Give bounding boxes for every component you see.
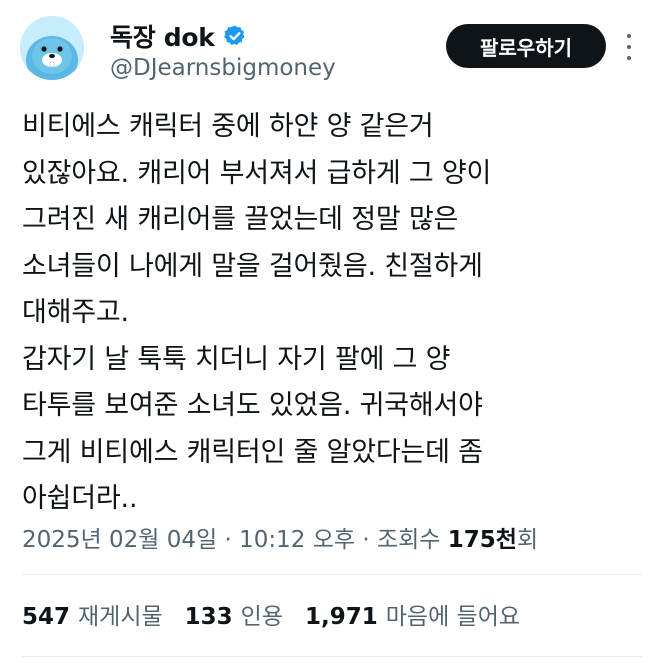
- tweet-text-line: 그게 비티에스 캐릭터인 줄 알았다는데 좀: [22, 436, 483, 468]
- tweet-text-line: 타투를 보여준 소녀도 있었음. 귀국해서야: [22, 390, 483, 421]
- tweet-text-line: 있잖아요. 캐리어 부서져서 급하게 그 양이: [22, 157, 492, 189]
- tweet-text-line: 비티에스 캐릭터 중에 하얀 양 같은거: [22, 111, 434, 142]
- avatar[interactable]: [20, 16, 84, 80]
- quotes-count: 133: [184, 604, 233, 630]
- reposts-stat[interactable]: 547 재게시물: [22, 597, 163, 631]
- views-label: 조회수: [376, 527, 441, 553]
- likes-stat[interactable]: 1,971 마음에 들어요: [305, 597, 520, 631]
- tweet-card: 독장 dok @DJearnsbigmoney 팔로우하기 비티에스 캐릭터 중…: [0, 0, 658, 670]
- tweet-text-line: 대해주고.: [22, 297, 129, 328]
- tweet-meta: 2025년 02월 04일 · 10:12 오후 · 조회수 175천회: [22, 520, 538, 554]
- views-unit: 회: [516, 527, 539, 553]
- meta-separator: ·: [224, 527, 232, 553]
- engagement-stats: 547 재게시물 133 인용 1,971 마음에 들어요: [22, 597, 520, 631]
- tweet-text-line: 소녀들이 나에게 말을 걸어줬음. 친절하게: [22, 250, 483, 282]
- author-display-name[interactable]: 독장 dok: [110, 18, 215, 54]
- tweet-text: 비티에스 캐릭터 중에 하얀 양 같은거 있잖아요. 캐리어 부서져서 급하게 …: [22, 104, 642, 523]
- likes-label: 마음에 들어요: [385, 604, 521, 630]
- follow-button[interactable]: 팔로우하기: [446, 24, 606, 68]
- tweet-text-line: 갑자기 날 툭툭 치더니 자기 팔에 그 양: [22, 343, 451, 375]
- verified-badge-icon[interactable]: [223, 24, 247, 48]
- divider: [22, 656, 642, 657]
- reposts-count: 547: [22, 604, 71, 630]
- tweet-date[interactable]: 2025년 02월 04일: [22, 527, 217, 553]
- likes-count: 1,971: [305, 604, 378, 630]
- divider: [22, 574, 642, 575]
- quotes-label: 인용: [240, 604, 283, 630]
- author-handle[interactable]: @DJearnsbigmoney: [110, 55, 336, 81]
- more-options-icon[interactable]: [625, 34, 633, 60]
- reposts-label: 재게시물: [78, 604, 163, 630]
- tweet-text-line: 아쉽더라..: [22, 483, 138, 514]
- tweet-text-line: 그려진 새 캐리어를 끌었는데 정말 많은: [22, 204, 459, 235]
- views-count: 175천: [447, 527, 517, 553]
- seal-avatar-image: [20, 16, 84, 80]
- quotes-stat[interactable]: 133 인용: [185, 597, 283, 631]
- meta-separator: ·: [362, 527, 370, 553]
- tweet-time[interactable]: 10:12 오후: [239, 527, 355, 553]
- author-name-row: 독장 dok: [110, 18, 247, 54]
